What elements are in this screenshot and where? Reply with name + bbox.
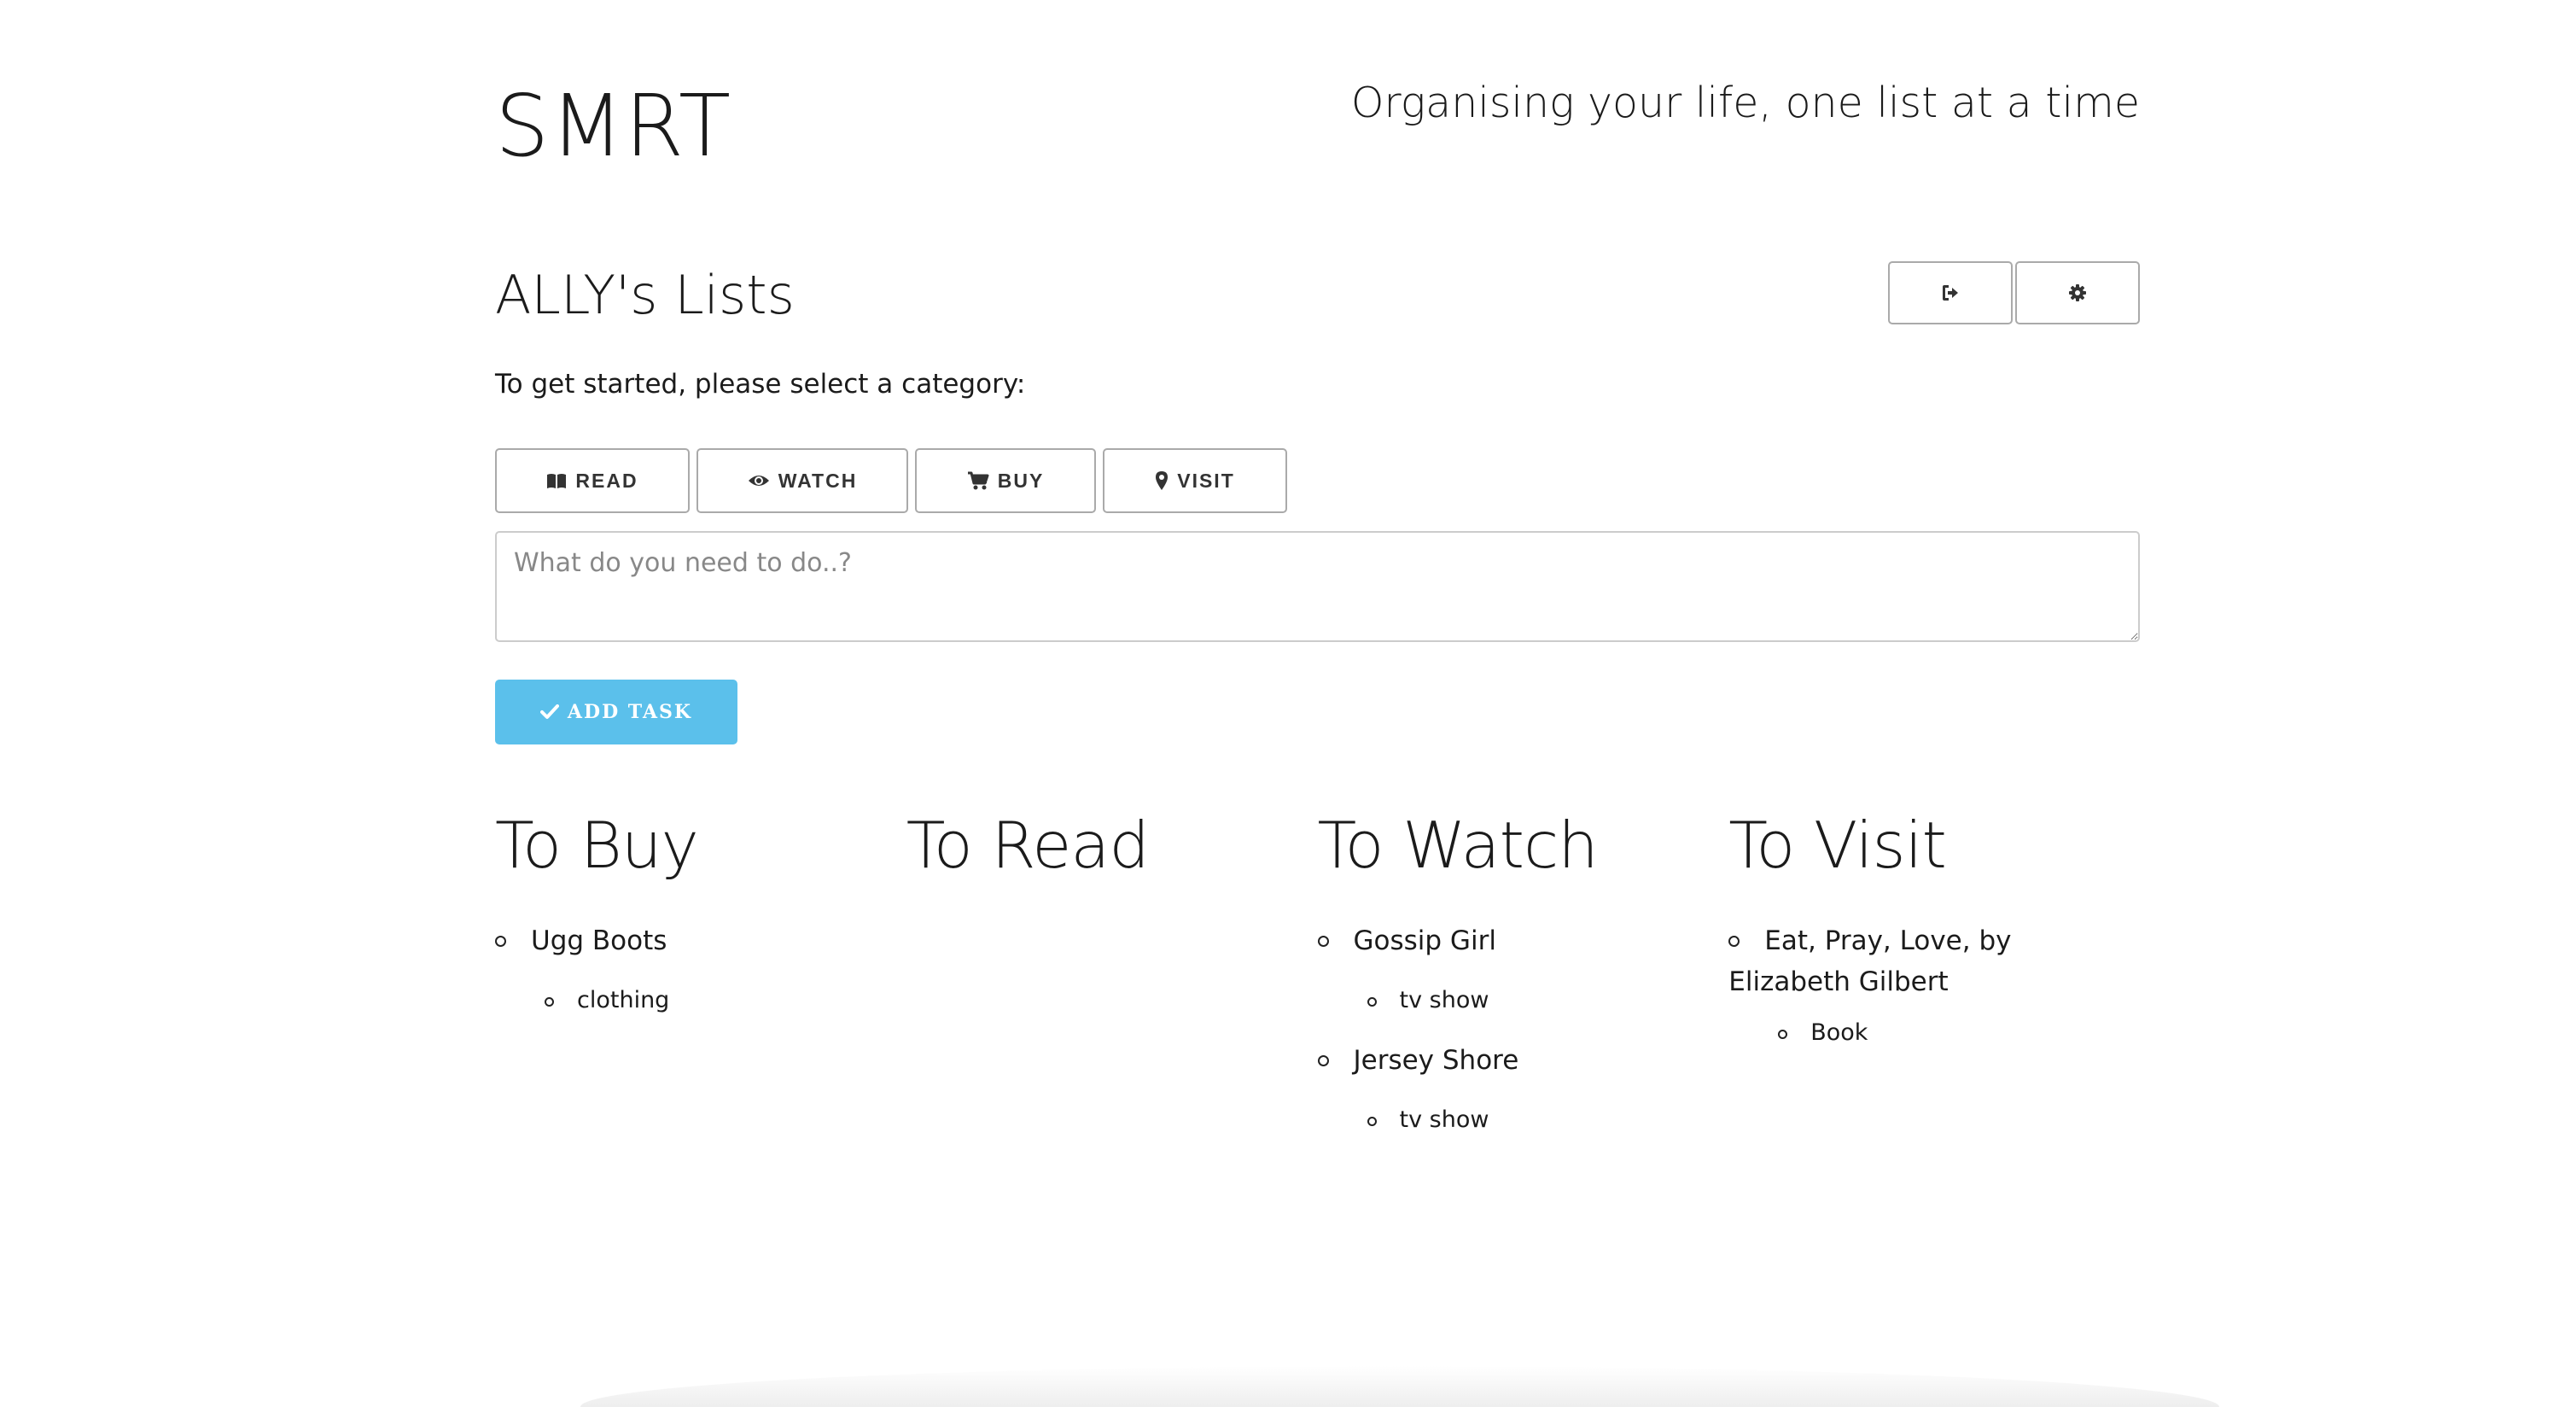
add-task-label: ADD TASK xyxy=(567,701,693,723)
logout-button[interactable] xyxy=(1888,261,2013,324)
top-actions xyxy=(1885,261,2140,324)
task-tag: tv show xyxy=(1318,984,1729,1018)
task-tag-text: clothing xyxy=(577,987,670,1013)
category-visit-button[interactable]: VISIT xyxy=(1103,448,1287,513)
task-list-buy: Ugg Boots clothing xyxy=(495,920,906,1018)
eye-icon xyxy=(748,476,769,486)
category-read-label: READ xyxy=(575,469,638,492)
category-watch-button[interactable]: WATCH xyxy=(696,448,908,513)
task-input[interactable] xyxy=(495,531,2140,642)
task-tag-text: tv show xyxy=(1399,987,1489,1013)
task-tag-text: Book xyxy=(1810,1019,1868,1046)
task-name: Ugg Boots xyxy=(531,925,667,956)
page: SMRT Organising your life, one list at a… xyxy=(0,0,2576,1407)
user-lists-title: ALLY's Lists xyxy=(495,264,795,326)
bullet-marker xyxy=(1317,1055,1329,1066)
settings-button[interactable] xyxy=(2015,261,2140,324)
column-title-visit: To Visit xyxy=(1728,808,1947,883)
brand-title: SMRT xyxy=(495,76,732,176)
gear-icon xyxy=(2069,284,2086,301)
column-to-buy: To Buy Ugg Boots clothing xyxy=(495,803,906,1159)
list-item[interactable]: Gossip Girl xyxy=(1317,920,1695,961)
column-title-watch: To Watch xyxy=(1317,808,1599,883)
map-marker-icon xyxy=(1156,471,1169,490)
task-tag-text: tv show xyxy=(1399,1106,1489,1133)
list-item[interactable]: Ugg Boots xyxy=(495,920,872,961)
task-columns: To Buy Ugg Boots clothing To Read To Wat… xyxy=(495,803,2140,1159)
bullet-marker xyxy=(545,997,554,1007)
bullet-marker xyxy=(1317,936,1329,947)
column-to-visit: To Visit Eat, Pray, Love, by Elizabeth G… xyxy=(1728,803,2140,1159)
task-name: Gossip Girl xyxy=(1353,925,1496,956)
column-to-watch: To Watch Gossip Girl tv show Jersey Shor… xyxy=(1317,803,1729,1159)
task-list-visit: Eat, Pray, Love, by Elizabeth Gilbert Bo… xyxy=(1728,920,2140,1050)
add-task-button[interactable]: ADD TASK xyxy=(495,680,737,744)
task-tag: Book xyxy=(1728,1016,2140,1050)
bullet-marker xyxy=(1367,1117,1377,1126)
bullet-marker xyxy=(1728,936,1740,947)
category-prompt: To get started, please select a category… xyxy=(495,369,1026,400)
category-buy-button[interactable]: BUY xyxy=(915,448,1096,513)
category-read-button[interactable]: READ xyxy=(495,448,690,513)
task-name: Jersey Shore xyxy=(1353,1045,1519,1076)
cart-icon xyxy=(967,471,989,490)
column-title-read: To Read xyxy=(906,808,1150,883)
category-watch-label: WATCH xyxy=(778,469,858,492)
list-item[interactable]: Eat, Pray, Love, by Elizabeth Gilbert xyxy=(1728,920,2070,1002)
tagline: Organising your life, one list at a time xyxy=(1350,79,2140,127)
task-tag: tv show xyxy=(1318,1103,1729,1137)
bullet-marker xyxy=(495,936,506,947)
column-to-read: To Read xyxy=(906,803,1318,1159)
list-item[interactable]: Jersey Shore xyxy=(1317,1040,1695,1081)
task-list-watch: Gossip Girl tv show Jersey Shore tv show xyxy=(1317,920,1729,1137)
bottom-shadow xyxy=(580,1366,2219,1407)
book-icon xyxy=(547,474,567,488)
column-title-buy: To Buy xyxy=(495,808,699,883)
check-icon xyxy=(539,704,559,719)
task-tag: clothing xyxy=(495,984,906,1018)
task-name: Eat, Pray, Love, by Elizabeth Gilbert xyxy=(1728,925,2012,997)
bullet-marker xyxy=(1367,997,1377,1007)
category-buy-label: BUY xyxy=(997,469,1045,492)
category-visit-label: VISIT xyxy=(1177,469,1235,492)
category-buttons: READ WATCH BUY VISIT xyxy=(495,448,1294,513)
bullet-marker xyxy=(1778,1030,1788,1039)
sign-out-icon xyxy=(1943,285,1958,301)
